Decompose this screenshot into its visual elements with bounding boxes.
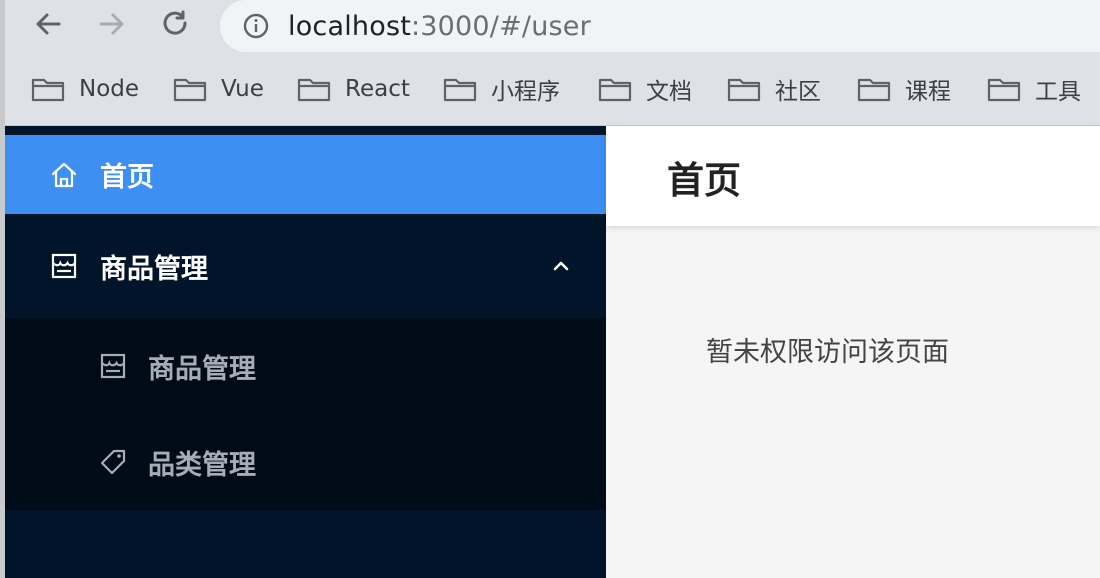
page-title: 首页 — [667, 159, 741, 202]
submenu-item-goods[interactable]: 商品管理 — [5, 318, 606, 414]
arrow-right-icon — [99, 13, 124, 35]
url-path: :3000/#/user — [411, 10, 591, 42]
folder-icon — [598, 78, 632, 102]
bookmark-community[interactable]: 社区 — [727, 73, 821, 105]
bookmarks-bar: Node Vue React 小程序 文档 社区 课程 工具 — [0, 60, 1100, 126]
folder-icon — [987, 78, 1021, 102]
bookmark-label: 社区 — [775, 79, 821, 105]
folder-icon — [173, 78, 207, 102]
chevron-up-icon[interactable] — [549, 254, 573, 278]
browser-toolbar: localhost:3000/#/user — [0, 0, 1100, 60]
sidebar: 首页 商品管理 商品管理 品类管理 — [5, 126, 606, 578]
bookmark-docs[interactable]: 文档 — [598, 73, 692, 105]
bookmark-label: 小程序 — [491, 79, 560, 105]
folder-icon — [857, 78, 891, 102]
sidebar-item-label: 首页 — [100, 162, 154, 193]
info-icon[interactable] — [242, 12, 270, 40]
bookmark-miniprogram[interactable]: 小程序 — [443, 73, 560, 105]
bookmark-label: React — [345, 76, 410, 102]
bookmark-label: 工具 — [1035, 79, 1081, 105]
sidebar-item-goods[interactable]: 商品管理 — [5, 214, 606, 318]
submenu-item-label: 品类管理 — [148, 449, 256, 481]
page-header: 首页 — [606, 126, 1100, 226]
sidebar-item-home[interactable]: 首页 — [5, 135, 606, 214]
folder-icon — [443, 78, 477, 102]
submenu-item-label: 商品管理 — [148, 353, 256, 385]
arrow-left-icon — [36, 13, 61, 35]
shop-icon — [98, 351, 128, 381]
reload-icon — [163, 10, 187, 35]
submenu-item-category[interactable]: 品类管理 — [5, 414, 606, 510]
bookmark-react[interactable]: React — [297, 73, 410, 105]
main-content: 首页 暂未权限访问该页面 — [606, 126, 1100, 578]
folder-icon — [297, 78, 331, 102]
folder-icon — [31, 78, 65, 102]
bookmark-node[interactable]: Node — [31, 73, 139, 105]
reload-button[interactable] — [156, 4, 196, 44]
bookmark-courses[interactable]: 课程 — [857, 73, 951, 105]
sidebar-item-label: 商品管理 — [100, 253, 208, 285]
url-host: localhost — [288, 10, 411, 42]
address-bar[interactable]: localhost:3000/#/user — [220, 0, 1100, 52]
folder-icon — [727, 78, 761, 102]
shop-icon — [49, 251, 79, 281]
back-button[interactable] — [28, 4, 68, 44]
tag-icon — [98, 447, 128, 477]
submenu: 商品管理 品类管理 — [5, 318, 606, 510]
home-icon — [49, 160, 79, 190]
no-permission-message: 暂未权限访问该页面 — [706, 337, 949, 368]
forward-button[interactable] — [92, 4, 132, 44]
bookmark-label: 课程 — [905, 79, 951, 105]
bookmark-label: Vue — [221, 76, 264, 102]
bookmark-label: Node — [79, 76, 140, 102]
url-text[interactable]: localhost:3000/#/user — [288, 11, 591, 42]
bookmark-label: 文档 — [646, 79, 692, 105]
bookmark-tools[interactable]: 工具 — [987, 73, 1081, 105]
sidebar-top-strip — [5, 126, 606, 135]
bookmark-vue[interactable]: Vue — [173, 73, 264, 105]
